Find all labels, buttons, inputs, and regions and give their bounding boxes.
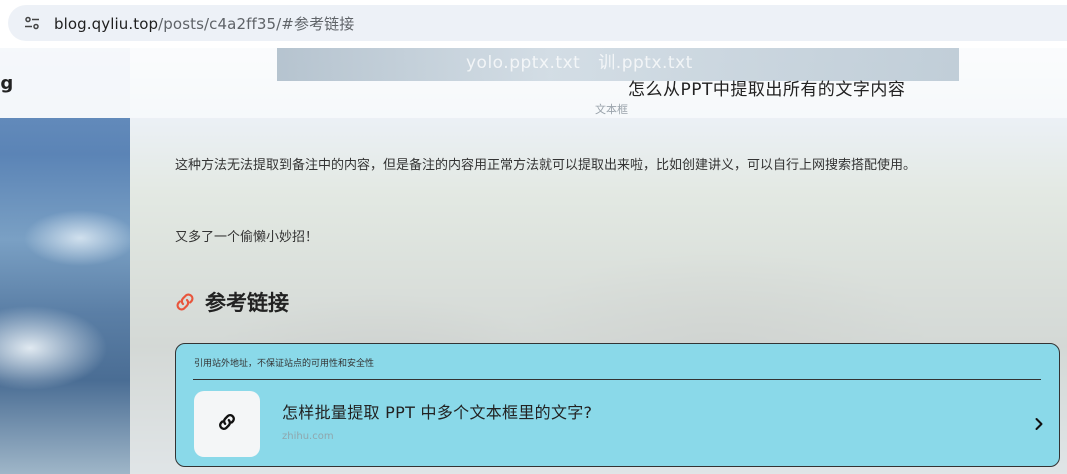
url-text[interactable]: blog.qyliu.top/posts/c4a2ff35/#参考链接 bbox=[54, 13, 354, 34]
section-heading-text: 参考链接 bbox=[205, 291, 289, 315]
external-link-card[interactable]: 引用站外地址，不保证站点的可用性和安全性 怎样批量提取 PPT 中多个文本框里的… bbox=[175, 343, 1060, 467]
url-host: blog.qyliu.top bbox=[54, 14, 159, 33]
image-caption-title: 怎么从PPT中提取出所有的文字内容 bbox=[628, 80, 906, 100]
card-domain: zhihu.com bbox=[282, 431, 334, 442]
browser-toolbar: blog.qyliu.top/posts/c4a2ff35/#参考链接 bbox=[0, 0, 1067, 48]
header-image-text: yolo.pptx.txt 训.pptx.txt bbox=[466, 48, 711, 73]
blog-brand[interactable]: og bbox=[0, 73, 13, 94]
tune-icon[interactable] bbox=[20, 11, 44, 35]
card-title[interactable]: 怎样批量提取 PPT 中多个文本框里的文字? bbox=[282, 399, 592, 423]
article-paragraph-2: 又多了一个偷懒小妙招！ bbox=[175, 230, 319, 245]
link-icon bbox=[173, 290, 197, 314]
external-link-notice: 引用站外地址，不保证站点的可用性和安全性 bbox=[194, 359, 375, 369]
page: og yolo.pptx.txt 训.pptx.txt 怎么从PPT中提取出所有的… bbox=[0, 48, 1067, 474]
article-paragraph: 这种方法无法提取到备注中的内容，但是备注的内容用正常方法就可以提取出来啦，比如创… bbox=[175, 158, 917, 173]
card-icon-box bbox=[194, 391, 260, 457]
url-path: /posts/c4a2ff35/#参考链接 bbox=[158, 14, 355, 33]
chevron-right-icon[interactable] bbox=[1032, 416, 1046, 430]
ghost-file-1: yolo.pptx.txt bbox=[466, 53, 581, 73]
sidebar-header: og bbox=[0, 48, 130, 118]
card-divider bbox=[193, 379, 1041, 380]
address-bar[interactable]: blog.qyliu.top/posts/c4a2ff35/#参考链接 bbox=[8, 5, 1067, 41]
link-icon bbox=[216, 411, 238, 437]
section-heading: 参考链接 bbox=[173, 287, 289, 317]
image-caption-sub: 文本框 bbox=[595, 103, 628, 116]
ghost-file-2: 训.pptx.txt bbox=[598, 53, 693, 73]
